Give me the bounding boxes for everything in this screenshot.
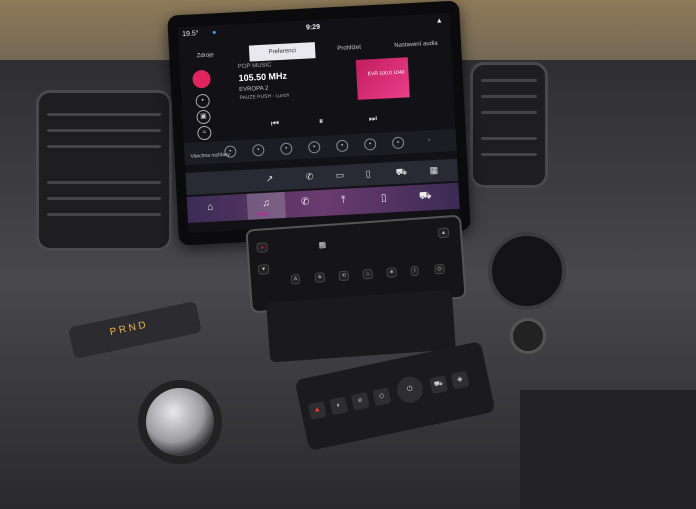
temp-down-button[interactable]: ▼ [257, 264, 270, 275]
tab-browse[interactable]: Prohlížet [319, 39, 380, 58]
phone-nav-icon[interactable]: ✆ [301, 197, 310, 208]
ac-button[interactable]: ❄ [386, 267, 398, 278]
mobile-nav-icon[interactable]: ▯ [381, 193, 387, 204]
auto-button[interactable]: A [290, 273, 301, 285]
off-button[interactable]: ⏻ [434, 263, 445, 275]
car-icon[interactable]: ▭ [335, 170, 344, 181]
preset-7[interactable]: • [391, 136, 405, 150]
preset-6[interactable]: • [363, 138, 377, 151]
tab-sources[interactable]: Zdroje [181, 47, 230, 65]
right-air-vent[interactable] [470, 62, 548, 188]
preset-3[interactable]: • [279, 142, 293, 156]
preset-bar: • • • • • • • › [183, 128, 457, 166]
fan-button[interactable]: ✲ [314, 272, 326, 283]
hazard-button[interactable]: ▲ [307, 400, 327, 420]
vehicle-icon[interactable]: ⛟ [395, 166, 407, 179]
car-dashboard-photo: 19.5° ● 9:29 ▲ Zdroje Preferenci Prohlíž… [0, 0, 696, 509]
recirculation-button[interactable]: ⟲ [338, 270, 350, 282]
switch-5-icon[interactable]: ◈ [450, 370, 470, 390]
frequency: 105.50 MHz [238, 70, 288, 84]
left-air-vent[interactable] [36, 90, 172, 251]
switch-1-icon[interactable]: ◐ [329, 396, 349, 416]
preset-4[interactable]: • [307, 140, 321, 154]
preset-2[interactable]: • [252, 143, 265, 157]
dab-icon[interactable]: • [195, 93, 211, 109]
start-stop-button[interactable]: ⏻ [394, 374, 426, 406]
mobile-icon[interactable]: ▯ [365, 168, 371, 179]
traffic-icon[interactable]: ≈ [197, 125, 212, 141]
preset-5[interactable]: • [335, 139, 349, 153]
notification-icon[interactable]: ▲ [436, 17, 443, 24]
next-station-name: EVROPA 2 [239, 85, 269, 94]
tab-audio-settings[interactable]: Nastavení audia [383, 35, 450, 54]
infotainment-screen[interactable]: 19.5° ● 9:29 ▲ Zdroje Preferenci Prohlíž… [167, 0, 471, 246]
fan-up-button[interactable]: ▲ [437, 227, 450, 239]
infotainment-ui: 19.5° ● 9:29 ▲ Zdroje Preferenci Prohlíž… [177, 13, 461, 233]
switch-2-icon[interactable]: ≡ [350, 391, 370, 411]
home-icon[interactable]: ⌂ [207, 202, 214, 213]
gear-letters: P R N D [108, 319, 147, 339]
switch-4-icon[interactable]: ⛟ [429, 375, 449, 395]
tab-favorites[interactable]: Preferenci [248, 42, 316, 62]
temperature-display-icon: ▦ [318, 240, 327, 250]
next-button[interactable]: ⏭ [369, 113, 378, 124]
station-cover-art: EVR 100.0 1040 [355, 57, 410, 100]
pause-button[interactable]: ⏸ [319, 116, 324, 127]
seat-heat-button[interactable]: ♨ [362, 268, 374, 280]
floor-mat [520, 390, 696, 509]
cover-text: EVR 100.0 1040 [367, 69, 405, 78]
bluetooth-icon: ● [211, 29, 217, 37]
navigation-nav-icon[interactable]: ⤒ [341, 195, 346, 206]
outside-temperature: 19.5° [181, 30, 199, 39]
defrost-button[interactable]: ⌇ [410, 265, 420, 277]
cup-holder [488, 232, 566, 310]
clock: 9:29 [305, 23, 321, 32]
switch-3-icon[interactable]: ◇ [372, 387, 392, 407]
vehicle-nav-icon[interactable]: ⛟ [419, 190, 432, 204]
tag-icon[interactable]: ▣ [196, 109, 211, 125]
phone-icon[interactable]: ✆ [306, 171, 314, 182]
apps-grid-icon[interactable]: ▦ [429, 165, 438, 176]
station-name: POP MUSIC [237, 62, 272, 71]
preset-next-icon[interactable]: › [424, 135, 435, 146]
music-label: Media [257, 210, 269, 217]
radio-source-icon[interactable] [192, 69, 211, 89]
previous-button[interactable]: ⏮ [271, 118, 280, 129]
temp-up-button[interactable]: ▲ [256, 242, 268, 253]
power-socket[interactable] [510, 318, 546, 354]
navigation-icon[interactable]: ↗ [266, 173, 274, 184]
gear-selector-knob[interactable] [146, 388, 214, 456]
next-station-subtitle: PAUZE PUSH - Lunch [239, 92, 290, 102]
